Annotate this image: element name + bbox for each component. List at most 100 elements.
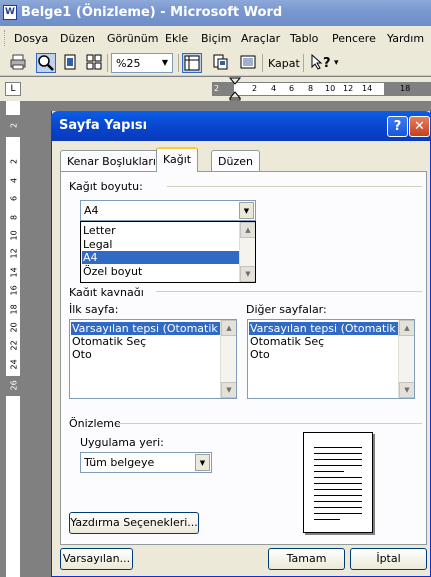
page-setup-dialog: Sayfa Yapısı ? ✕ Kenar Boşlukları Kağıt … — [51, 111, 431, 577]
list-item[interactable]: Özel boyut — [82, 265, 240, 278]
scroll-up-icon[interactable]: ▲ — [240, 222, 255, 238]
menu-grip[interactable] — [4, 30, 7, 46]
other-pages-label: Diğer sayfalar: — [246, 303, 327, 316]
list-item[interactable]: Otomatik Seç — [71, 335, 221, 348]
indent-marker-icon[interactable] — [229, 77, 241, 101]
tab-layout[interactable]: Düzen — [211, 150, 260, 171]
list-item[interactable]: Otomatik Seç — [249, 335, 399, 348]
scrollbar[interactable]: ▲ ▼ — [220, 320, 236, 398]
scroll-up-icon[interactable]: ▲ — [221, 320, 236, 336]
close-icon[interactable]: ✕ — [409, 116, 430, 137]
vruler-number: 18 — [9, 304, 19, 315]
other-pages-tray-list[interactable]: Varsayılan tepsi (Otomatik Seç) Otomatik… — [247, 319, 415, 399]
menu-dosya[interactable]: Dosya — [14, 32, 48, 45]
scroll-down-icon[interactable]: ▼ — [240, 266, 255, 282]
paper-size-value: A4 — [84, 204, 99, 217]
zoom-combo[interactable]: %25 ▼ — [111, 53, 173, 73]
preview-line — [314, 507, 362, 508]
vruler-number: 26 — [9, 380, 19, 391]
ruler-number: 14 — [362, 84, 373, 93]
word-app-icon[interactable]: W — [3, 5, 17, 20]
vruler-number: 6 — [9, 195, 19, 202]
apply-to-select[interactable]: Tüm belgeye ▼ — [80, 452, 212, 473]
menu-araclar[interactable]: Araçlar — [241, 32, 280, 45]
scroll-up-icon[interactable]: ▲ — [399, 320, 414, 336]
toolbar-separator — [262, 54, 263, 72]
ruler-number: 6 — [289, 84, 295, 93]
help-button[interactable]: ? — [387, 116, 408, 137]
list-item[interactable]: Letter — [82, 224, 240, 237]
menu-tablo[interactable]: Tablo — [290, 32, 318, 45]
apply-to-label: Uygulama yeri: — [80, 436, 164, 449]
one-page-icon[interactable] — [60, 53, 80, 73]
paper-size-label: Kağıt boyutu: — [69, 180, 143, 193]
chevron-down-icon[interactable]: ▼ — [195, 454, 210, 471]
print-icon[interactable] — [8, 53, 28, 73]
scroll-down-icon[interactable]: ▼ — [221, 382, 236, 398]
window-title-bar: W Belge1 (Önizleme) - Microsoft Word — [0, 0, 431, 26]
chevron-down-icon[interactable]: ▼ — [160, 56, 170, 70]
page-preview-thumbnail — [303, 432, 373, 533]
vruler-number: 12 — [9, 248, 19, 259]
tab-selector[interactable]: L — [5, 82, 21, 96]
vruler-number: 4 — [9, 177, 19, 184]
preview-line — [314, 519, 340, 520]
full-screen-icon[interactable] — [238, 53, 258, 73]
default-button[interactable]: Varsayılan... — [60, 548, 133, 570]
multiple-pages-icon[interactable] — [84, 53, 104, 73]
first-page-tray-list[interactable]: Varsayılan tepsi (Otomatik Seç) Otomatik… — [69, 319, 237, 399]
list-item[interactable]: Oto — [249, 348, 399, 361]
list-item-selected[interactable]: Varsayılan tepsi (Otomatik Seç) — [249, 322, 399, 335]
list-item-selected[interactable]: Varsayılan tepsi (Otomatik Seç) — [71, 322, 221, 335]
horizontal-ruler[interactable]: 2 2 4 6 8 10 12 14 18 — [212, 77, 431, 101]
scrollbar[interactable]: ▲ ▼ — [398, 320, 414, 398]
menu-gorunum[interactable]: Görünüm — [107, 32, 158, 45]
divider — [156, 291, 422, 292]
shrink-to-fit-icon[interactable] — [210, 53, 230, 73]
menu-pencere[interactable]: Pencere — [332, 32, 376, 45]
ruler-number: 2 — [252, 84, 258, 93]
menu-bicim[interactable]: Biçim — [201, 32, 231, 45]
magnifier-icon[interactable] — [36, 53, 56, 73]
ruler-number: 2 — [214, 84, 220, 93]
tab-margins[interactable]: Kenar Boşlukları — [60, 150, 163, 171]
ruler-number: 10 — [325, 84, 336, 93]
dialog-title-bar[interactable]: Sayfa Yapısı ? ✕ — [51, 111, 431, 141]
scrollbar[interactable]: ▲ ▼ — [239, 222, 255, 282]
vruler-number: 14 — [9, 267, 19, 278]
menu-duzen[interactable]: Düzen — [60, 32, 95, 45]
print-preview-toolbar: %25 ▼ Kapat ? ▾ — [0, 50, 431, 76]
print-options-button[interactable]: Yazdırma Seçenekleri... — [69, 512, 199, 534]
chevron-down-icon[interactable]: ▼ — [239, 202, 254, 219]
zoom-value: %25 — [116, 57, 141, 70]
context-help-icon[interactable]: ? — [309, 53, 337, 73]
first-page-label: İlk sayfa: — [69, 303, 119, 316]
paper-source-label: Kağıt kaynağı — [69, 286, 144, 296]
vruler-number: 2 — [9, 122, 19, 129]
paper-size-select[interactable]: A4 ▼ — [80, 200, 256, 221]
vruler-number: 10 — [9, 230, 19, 241]
menu-yardim[interactable]: Yardım — [387, 32, 424, 45]
menu-ekle[interactable]: Ekle — [165, 32, 188, 45]
toolbar-options-chevron-icon[interactable]: ▾ — [334, 58, 339, 68]
toolbar-separator — [107, 54, 108, 72]
preview-line — [314, 489, 362, 490]
vruler-number: 2 — [9, 158, 19, 165]
view-ruler-icon[interactable] — [182, 53, 202, 73]
close-preview-button[interactable]: Kapat — [268, 57, 300, 70]
divider — [117, 423, 422, 424]
list-item-selected[interactable]: A4 — [82, 251, 240, 264]
paper-size-dropdown-list[interactable]: Letter Legal A4 Özel boyut ▲ ▼ — [80, 221, 256, 283]
list-item[interactable]: Oto — [71, 348, 221, 361]
divider — [167, 186, 422, 187]
tab-paper[interactable]: Kağıt — [156, 147, 199, 172]
vertical-ruler[interactable]: 2 2 4 6 8 10 12 14 16 18 20 22 24 26 — [5, 101, 21, 577]
list-item[interactable]: Legal — [82, 238, 240, 251]
ok-button[interactable]: Tamam — [268, 548, 345, 570]
preview-line — [314, 495, 362, 496]
window-title: Belge1 (Önizleme) - Microsoft Word — [21, 5, 283, 20]
scroll-down-icon[interactable]: ▼ — [399, 382, 414, 398]
preview-line — [314, 459, 362, 460]
preview-line — [314, 471, 344, 472]
cancel-button[interactable]: İptal — [350, 548, 427, 570]
